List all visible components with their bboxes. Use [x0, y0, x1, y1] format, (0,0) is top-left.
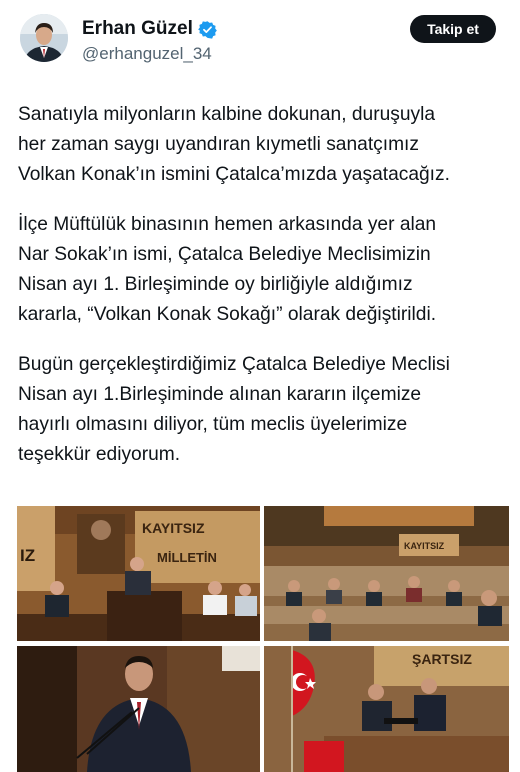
tweet-paragraph: Sanatıyla milyonların kalbine dokunan, d… — [18, 104, 450, 185]
avatar[interactable] — [20, 14, 68, 62]
tweet-paragraph: İlçe Müftülük binasının hemen arkasında … — [18, 214, 437, 325]
wall-letters: ŞARTSIZ — [412, 651, 472, 667]
author-handle[interactable]: @erhanguzel_34 — [82, 44, 212, 64]
presidium-desk-photo[interactable]: ŞARTSIZ — [264, 646, 509, 772]
council-hall-photo[interactable]: IZ KAYITSIZ MİLLETİN — [17, 506, 260, 641]
council-members-photo[interactable]: KAYITSIZ — [264, 506, 509, 641]
tweet-header: Erhan Güzel @erhanguzel_34 Takip et — [0, 0, 520, 80]
media-grid: IZ KAYITSIZ MİLLETİN KAYITSIZ ŞARTSIZ — [17, 506, 509, 772]
wall-letters-left: IZ — [20, 546, 35, 565]
tweet-body: Sanatıyla milyonların kalbine dokunan, d… — [18, 100, 508, 490]
author-name[interactable]: Erhan Güzel — [82, 18, 193, 40]
speaker-podium-photo[interactable] — [17, 646, 260, 772]
tweet-paragraph: Bugün gerçekleştirdiğimiz Çatalca Beledi… — [18, 354, 450, 465]
wall-letters-bottom: MİLLETİN — [157, 550, 217, 565]
author-name-row: Erhan Güzel — [82, 18, 217, 40]
wall-letters: KAYITSIZ — [404, 541, 445, 551]
verified-badge-icon — [198, 20, 217, 39]
follow-button[interactable]: Takip et — [410, 15, 496, 43]
wall-letters-top: KAYITSIZ — [142, 520, 205, 536]
